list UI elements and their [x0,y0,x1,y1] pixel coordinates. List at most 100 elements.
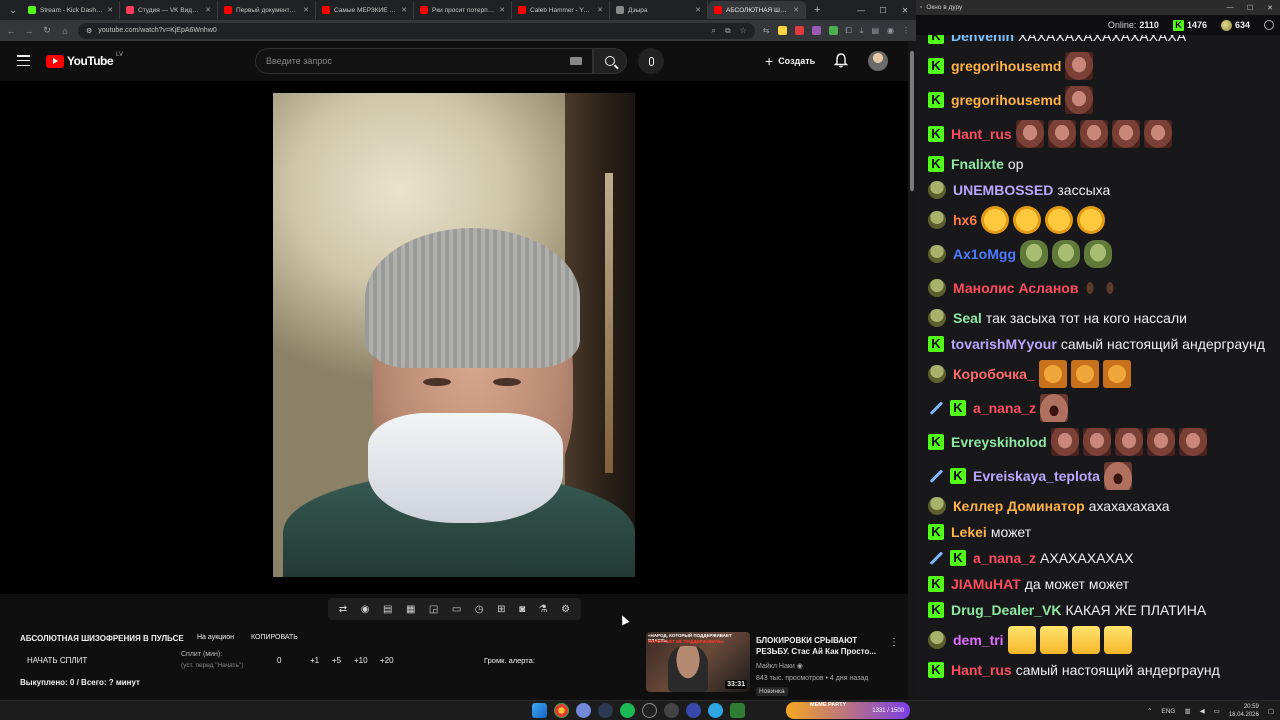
player-icon[interactable] [686,703,701,718]
chat-username[interactable]: Hant_rus [951,124,1012,144]
chat-username[interactable]: gregorihousemd [951,90,1061,110]
extension-icon[interactable] [811,26,821,35]
flask-icon[interactable]: ⚗ [539,604,548,615]
app-icon[interactable] [664,703,679,718]
steam-icon[interactable] [598,703,613,718]
hamburger-menu-icon[interactable] [17,55,30,66]
tab-close-icon[interactable]: ✕ [401,6,407,14]
browser-tab[interactable]: Caleb Hammer - YouTube ✕ [512,1,610,19]
forward-icon[interactable]: → [24,26,34,36]
create-button[interactable]: + Создать [757,49,823,73]
browser-tab[interactable]: Рки просит потерпеть ✕ [414,1,512,19]
chat-username[interactable]: Denvenin [951,35,1014,46]
back-icon[interactable]: ← [6,26,16,36]
chat-settings-icon[interactable] [1264,20,1274,30]
browser-tab[interactable]: Дзыра ✕ [610,1,708,19]
telegram-icon[interactable] [708,703,723,718]
chat-username[interactable]: dem_tri [953,630,1004,650]
emote-face-icon[interactable] [1114,428,1143,456]
loop-icon[interactable]: ⇄ [339,604,347,615]
sidebar-icon[interactable]: ▤ [871,26,879,35]
emote-face-icon[interactable] [1065,86,1094,114]
browser-tab[interactable]: Первый документальный ✕ [218,1,316,19]
page-scrollbar[interactable] [908,41,916,700]
emote-face-icon[interactable] [1143,120,1172,148]
chat-username[interactable]: Hant_rus [951,660,1012,680]
chat-username[interactable]: Lekei [951,522,987,542]
gear-icon[interactable]: ⚙ [561,604,570,615]
new-tab-icon[interactable]: + [806,4,828,16]
playlist-icon[interactable]: ▤ [383,604,392,615]
tab-close-icon[interactable]: ✕ [303,6,309,14]
home-icon[interactable]: ⌂ [60,26,70,36]
chat-username[interactable]: Evreyskiholod [951,432,1047,452]
profile-icon[interactable]: ◉ [887,26,894,35]
chat-username[interactable]: Drug_Dealer_VK [951,600,1062,620]
chat-username[interactable]: Ax1oMgg [953,244,1016,264]
emote-shadow-icon[interactable] [1082,274,1099,302]
minimize-icon[interactable]: — [1220,4,1240,12]
translate-icon[interactable]: ⇆ [763,26,770,35]
tab-close-icon[interactable]: ✕ [597,6,603,14]
chat-username[interactable]: JIAMuHAT [951,574,1021,594]
extension-icon[interactable] [828,26,838,35]
chat-username[interactable]: Манолис Асланов [953,278,1078,298]
emote-face-icon[interactable] [1111,120,1140,148]
emote-face-icon[interactable] [1079,120,1108,148]
keyboard-icon[interactable] [570,57,582,65]
chat-username[interactable]: a_nana_z [973,548,1036,568]
youtube-logo[interactable]: YouTube LV [46,52,123,68]
emote-face-icon[interactable] [1178,428,1207,456]
emote-face-icon[interactable] [1146,428,1175,456]
browser-tab[interactable]: АБСОЛЮТНАЯ ШИЗОФ ✕ [708,1,806,19]
emote-frog-icon[interactable] [1084,240,1112,268]
extension-icon[interactable] [777,26,787,35]
chat-username[interactable]: UNEMBOSSED [953,180,1053,200]
tab-search-icon[interactable]: ⌄ [4,3,22,17]
chat-username[interactable]: tovarishMYyour [951,334,1057,354]
emote-kek-icon[interactable] [1039,626,1068,654]
notifications-icon[interactable]: ▢ [1268,707,1274,715]
zoom-icon[interactable]: ⌕ [711,26,715,36]
emote-kek-icon[interactable] [1071,626,1100,654]
chat-username[interactable]: a_nana_z [973,398,1036,418]
install-icon[interactable]: ⧉ [725,26,731,36]
start-split-button[interactable]: НАЧАТЬ СПЛИТ [27,656,87,665]
recommended-video[interactable]: «НАРОД, КОТОРЫЙ ПОДДЕРЖИВАЕТ ВЛАСТЬ, ПЕР… [646,632,904,696]
emote-mouth-icon[interactable] [1103,462,1132,490]
chat-username[interactable]: gregorihousemd [951,56,1061,76]
maximize-icon[interactable]: ☐ [872,6,894,15]
chrome-icon[interactable] [554,703,569,718]
discord-icon[interactable] [576,703,591,718]
site-info-icon[interactable]: ⚙ [86,27,92,35]
chat-username[interactable]: Коробочка_ [953,364,1035,384]
emote-face-icon[interactable] [1065,52,1094,80]
clapper-icon[interactable]: ▦ [406,604,415,615]
emote-mouth-icon[interactable] [1040,394,1069,422]
voice-search-button[interactable] [638,48,664,74]
emote-kek-icon[interactable] [1007,626,1036,654]
search-input[interactable]: Введите запрос [255,48,593,74]
more-options-icon[interactable]: ⋮ [889,637,899,648]
download-icon[interactable]: ⤓ [860,26,864,36]
camera-icon[interactable]: ◙ [519,604,525,615]
menu-icon[interactable]: ⋮ [902,26,910,35]
search-button[interactable] [593,48,627,74]
emote-face-icon[interactable] [1082,428,1111,456]
clock[interactable]: 20:59 18.04.2026 [1229,703,1259,719]
emote-face-icon[interactable] [1050,428,1079,456]
emote-shadow-icon[interactable] [1102,274,1119,302]
emote-laugh-icon[interactable] [1013,206,1042,234]
tab-close-icon[interactable]: ✕ [499,6,505,14]
chat-username[interactable]: hx6 [953,210,977,230]
tab-close-icon[interactable]: ✕ [793,6,799,14]
recommended-title[interactable]: БЛОКИРОВКИ СРЫВАЮТ РЕЗЬБУ. Стас Ай Как П… [756,636,890,658]
emote-cat-icon[interactable] [1070,360,1099,388]
emote-cat-icon[interactable] [1102,360,1131,388]
chat-username[interactable]: Fnalixte [951,154,1004,174]
account-avatar[interactable] [868,51,888,71]
chat-message-list[interactable]: K Denvenin ХАХАХАХАХАХАХАХАХА Kgregorihouse… [916,35,1280,700]
bookmark-star-icon[interactable]: ☆ [740,26,747,36]
puzzle-icon[interactable]: ⧠ [846,26,852,36]
close-icon[interactable]: ✕ [894,6,916,15]
